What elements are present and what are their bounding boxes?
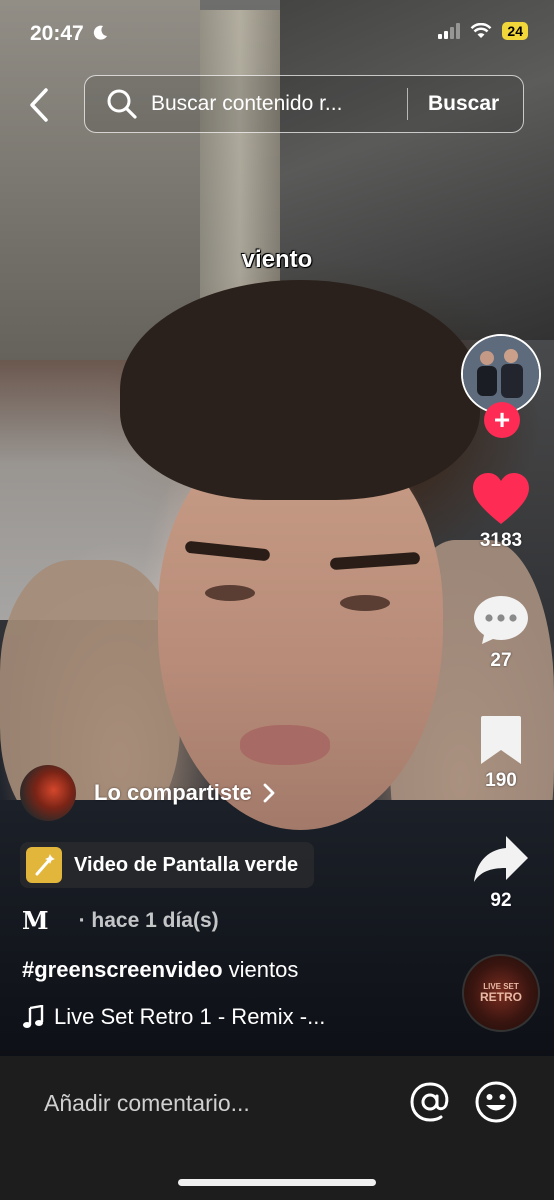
signal-icon	[438, 23, 461, 39]
music-note-icon	[23, 1005, 44, 1028]
bookmark-icon	[481, 716, 521, 764]
share-icon	[474, 836, 528, 882]
moon-icon	[93, 25, 107, 40]
comment-input[interactable]: Añadir comentario...	[44, 1090, 250, 1117]
comment-icon	[474, 596, 528, 644]
status-time: 20:47	[30, 22, 108, 46]
music-track[interactable]: Live Set Retro 1 - Remix -...	[22, 1004, 325, 1030]
search-button[interactable]: Buscar	[428, 92, 499, 116]
effect-label: Video de Pantalla verde	[74, 853, 299, 876]
video-background-wall	[0, 0, 200, 360]
search-icon	[107, 89, 137, 119]
at-icon[interactable]	[408, 1080, 452, 1124]
post-meta: M · hace 1 día(s)	[22, 906, 219, 935]
comment-button[interactable]: 27	[461, 594, 541, 672]
like-button[interactable]: 3183	[461, 472, 541, 552]
description-text: vientos	[222, 957, 299, 982]
hashtag-link[interactable]: #greenscreenvideo	[22, 957, 223, 982]
share-count: 92	[490, 890, 512, 911]
post-time: · hace 1 día(s)	[78, 908, 219, 932]
author-logo[interactable]: M	[22, 906, 49, 935]
search-input[interactable]: Buscar contenido r...	[151, 92, 393, 116]
video-hair	[120, 280, 480, 500]
emoji-icon[interactable]	[474, 1080, 518, 1124]
home-indicator[interactable]	[178, 1179, 376, 1186]
like-count: 3183	[479, 530, 523, 551]
search-divider	[407, 88, 408, 120]
battery-level: 24	[502, 22, 528, 40]
music-disc[interactable]: LIVE SET RETRO	[462, 954, 540, 1032]
effect-tag[interactable]: Video de Pantalla verde	[20, 842, 315, 888]
video-mouth	[240, 725, 330, 765]
avatar-image	[463, 336, 539, 412]
wifi-icon	[471, 23, 492, 38]
comment-count: 27	[490, 650, 512, 671]
shared-avatar	[20, 765, 76, 821]
tiktok-video-screen: 20:47 24 Buscar contenido r... Buscar vi…	[0, 0, 554, 1200]
video-caption-overlay: viento	[241, 246, 313, 273]
video-description: #greenscreenvideo vientos	[22, 957, 298, 983]
sparkle-icon	[26, 847, 62, 883]
status-indicators: 24	[438, 22, 528, 40]
comment-bar: Añadir comentario...	[0, 1056, 554, 1200]
follow-plus-button[interactable]: +	[484, 402, 520, 438]
save-count: 190	[485, 770, 517, 791]
shared-label: Lo compartiste	[94, 780, 252, 805]
video-eye-left	[205, 585, 255, 601]
music-disc-label: LIVE SET RETRO	[480, 983, 522, 1004]
heart-icon	[473, 473, 529, 524]
search-bar[interactable]: Buscar contenido r... Buscar	[84, 75, 524, 133]
back-icon[interactable]	[24, 86, 58, 124]
chevron-right-icon	[263, 783, 275, 803]
shared-by-you-row[interactable]: Lo compartiste	[20, 765, 276, 821]
video-eye-right	[340, 595, 390, 611]
music-title: Live Set Retro 1 - Remix -...	[54, 1004, 326, 1029]
share-button[interactable]: 92	[461, 834, 541, 912]
save-button[interactable]: 190	[461, 714, 541, 792]
disc-label-line-2: RETRO	[480, 990, 522, 1004]
status-time-text: 20:47	[30, 22, 84, 45]
